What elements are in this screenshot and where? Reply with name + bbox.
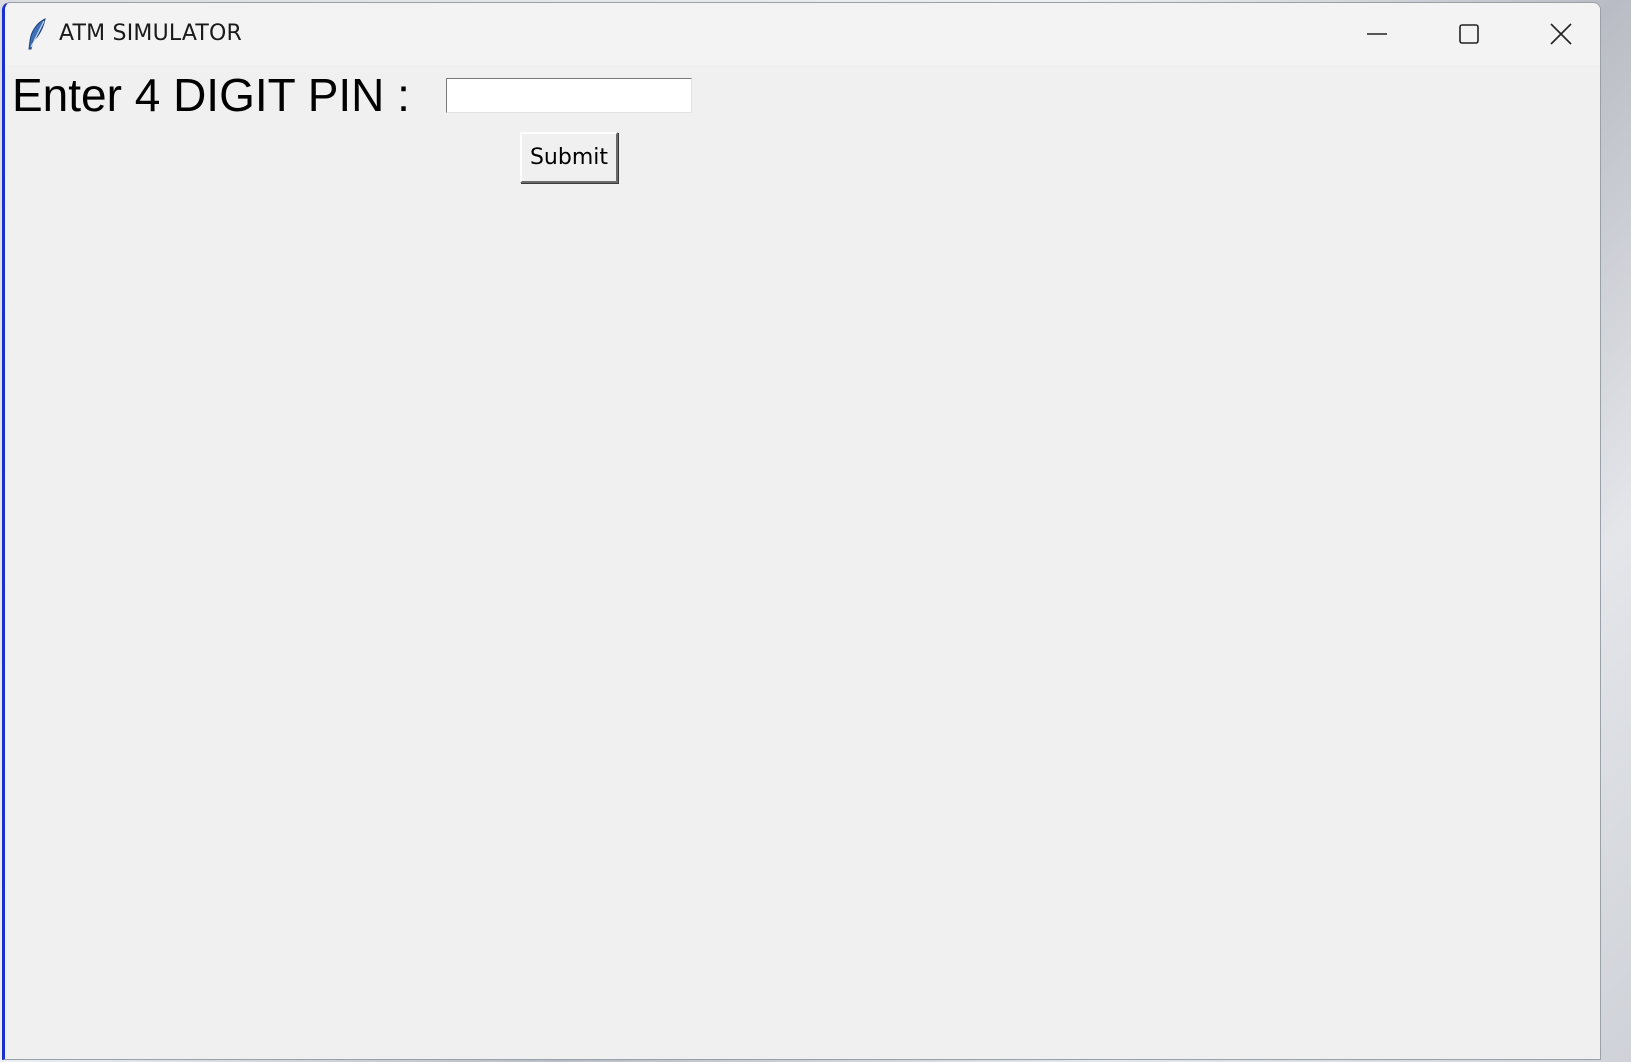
maximize-button[interactable] [1423,3,1515,65]
minimize-icon [1366,23,1388,45]
window-content: Enter 4 DIGIT PIN : Submit [5,65,1600,1059]
window-title: ATM SIMULATOR [59,21,243,46]
pin-input[interactable] [446,78,692,113]
pin-label: Enter 4 DIGIT PIN : [12,69,410,121]
submit-button[interactable]: Submit [520,132,618,183]
close-icon [1550,23,1572,45]
app-window: ATM SIMULATOR Enter 4 DIGIT PIN : Submit [2,2,1601,1060]
maximize-icon [1458,23,1480,45]
title-bar[interactable]: ATM SIMULATOR [5,3,1600,65]
close-button[interactable] [1515,3,1600,65]
feather-icon [25,17,49,51]
minimize-button[interactable] [1331,3,1423,65]
